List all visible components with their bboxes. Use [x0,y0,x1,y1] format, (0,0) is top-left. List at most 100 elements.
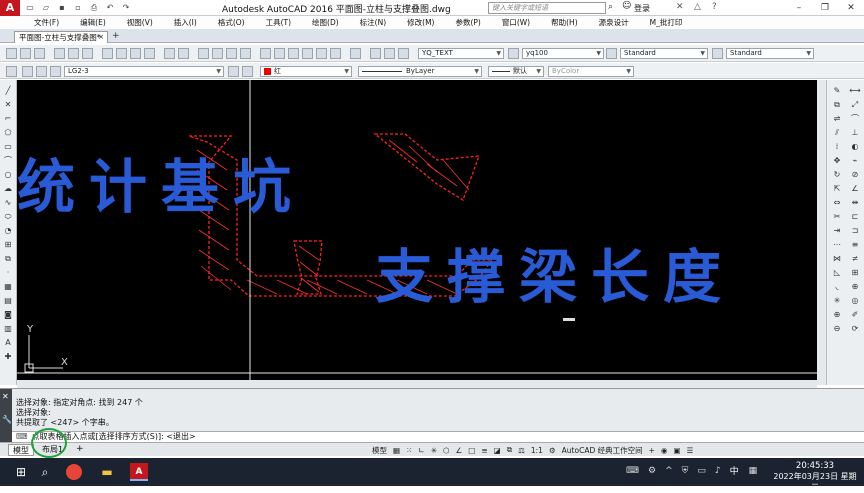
ellipse-arc-icon[interactable]: ◔ [2,226,14,236]
exchange-icon[interactable]: ✕ [676,2,684,12]
gradient-icon[interactable]: ▤ [2,296,14,306]
search-icon[interactable]: ⌕ [608,2,613,12]
move-icon[interactable]: ✥ [831,156,843,166]
paste-icon[interactable] [130,48,141,59]
hardware-acceleration-icon[interactable]: ▣ [673,446,680,455]
tolerance-icon[interactable]: ⊞ [849,268,861,278]
explode-icon[interactable]: ✳ [831,296,843,306]
open-file-icon[interactable]: ▱ [40,3,52,13]
login-link[interactable]: 登录 [634,3,650,14]
chrome-icon[interactable] [66,464,82,480]
tab-close-icon[interactable]: × [98,32,104,43]
quickcalc-icon[interactable] [330,48,341,59]
center-mark-icon[interactable]: ⊕ [849,282,861,292]
point-icon[interactable]: · [2,268,14,278]
input-language[interactable]: 中 [730,464,739,477]
diameter-dim-icon[interactable]: ⊘ [849,170,861,180]
fillet-icon[interactable]: ◟ [831,282,843,292]
make-current-icon[interactable] [228,66,239,77]
restore-icon[interactable]: ❐ [812,0,838,16]
model-space-toggle[interactable]: 模型 [372,445,387,456]
layer-previous-icon[interactable] [242,66,253,77]
new-tab-button[interactable]: + [112,31,120,41]
menu-modify[interactable]: 修改(M) [407,17,434,28]
ime-icon[interactable]: ▦ [749,466,758,476]
publish-icon[interactable] [82,48,93,59]
erase-icon[interactable]: ✎ [831,86,843,96]
properties-icon[interactable] [260,48,271,59]
tab-drawing[interactable]: 平面图-立柱与支撑叠图* × [14,31,108,43]
menu-format[interactable]: 格式(O) [218,17,245,28]
table-icon[interactable]: ▥ [2,324,14,334]
object-snap-tracking-icon[interactable]: ∠ [456,446,463,455]
file-explorer-icon[interactable]: ▬ [98,463,116,481]
spline-icon[interactable]: ∿ [2,198,14,208]
dim-space-icon[interactable]: ≡ [849,240,861,250]
continue-dim-icon[interactable]: ⊐ [849,226,861,236]
save-icon[interactable]: ▪ [56,3,68,13]
volume-icon[interactable]: ♪ [715,466,721,476]
lineweight-select[interactable]: 默认 ▼ [488,66,544,77]
ortho-icon[interactable]: ∟ [418,446,424,455]
annotation-scale-icon[interactable]: ⚖ [518,446,525,455]
gear-icon[interactable]: ⚙ [648,466,656,476]
dim-update-icon[interactable]: ⟳ [849,324,861,334]
break-icon[interactable]: ⋯ [831,240,843,250]
plot-style-select[interactable]: ByColor ▼ [548,66,634,77]
chamfer-icon[interactable]: ◺ [831,268,843,278]
snap-icon[interactable]: ⁙ [406,446,412,455]
redo-icon[interactable]: ↷ [120,3,132,13]
array-icon[interactable]: ⁞ [831,142,843,152]
text-tool-icon[interactable] [370,48,381,59]
sheet-set-icon[interactable] [302,48,313,59]
new-file-icon[interactable]: ▭ [24,3,36,13]
add-selected-icon[interactable]: ✚ [2,352,14,362]
lock-icon[interactable] [50,66,61,77]
text-style-icon[interactable] [398,48,409,59]
arc-length-icon[interactable]: ⌒ [849,114,861,124]
help-icon[interactable]: ? [712,2,717,12]
radius-dim-icon[interactable]: ◐ [849,142,861,152]
text-style-select[interactable]: YQ_TEXT ▼ [418,48,504,59]
ordinate-dim-icon[interactable]: ⊥ [849,128,861,138]
copy-object-icon[interactable]: ⧉ [831,100,843,110]
autocad-logo-icon[interactable]: A [0,0,20,16]
add-layout-button[interactable]: + [72,444,88,456]
print-icon[interactable]: ⎙ [88,3,100,13]
region-icon[interactable]: ◙ [2,310,14,320]
vertical-scrollbar[interactable] [817,80,826,385]
menu-edit[interactable]: 编辑(E) [80,17,106,28]
plot-preview-icon[interactable] [68,48,79,59]
polyline-icon[interactable]: ⌐ [2,114,14,124]
match-properties-icon[interactable] [144,48,155,59]
color-select[interactable]: 红 ▼ [260,66,352,77]
horizontal-scrollbar[interactable] [17,380,817,388]
search-input[interactable]: 键入关键字或短语 [488,2,606,14]
polar-icon[interactable]: ✳ [431,446,437,455]
aligned-dim-icon[interactable]: ⤢ [849,100,861,110]
multileader-style-select[interactable]: Standard ▼ [726,48,814,59]
revision-cloud-icon[interactable]: ☁ [2,184,14,194]
clean-screen-icon[interactable]: ☰ [687,446,694,455]
autocad-taskbar-icon[interactable]: A [130,463,148,481]
copy-icon[interactable] [116,48,127,59]
table-style-select[interactable]: Standard ▼ [620,48,708,59]
markup-icon[interactable] [316,48,327,59]
chevron-up-icon[interactable]: ^ [665,466,673,476]
tab-model[interactable]: 模型 [8,444,34,456]
ellipse-icon[interactable]: ⬭ [2,212,14,222]
menu-file[interactable]: 文件(F) [34,17,59,28]
join-icon[interactable]: ⋈ [831,254,843,264]
plus-icon[interactable]: + [649,446,655,455]
grid-icon[interactable]: ▦ [393,446,400,455]
menu-draw[interactable]: 绘图(D) [312,17,339,28]
cut-icon[interactable] [102,48,113,59]
taskbar-search-icon[interactable]: ⌕ [36,463,54,481]
close-icon[interactable]: ✕ [2,392,9,401]
redo-icon[interactable] [178,48,189,59]
inspection-icon[interactable]: ◎ [849,296,861,306]
menu-batch-plot[interactable]: M_批打印 [650,17,683,28]
help-icon[interactable] [350,48,361,59]
mtext-icon[interactable]: A [2,338,14,348]
menu-yuanquan[interactable]: 源泉设计 [599,17,629,28]
